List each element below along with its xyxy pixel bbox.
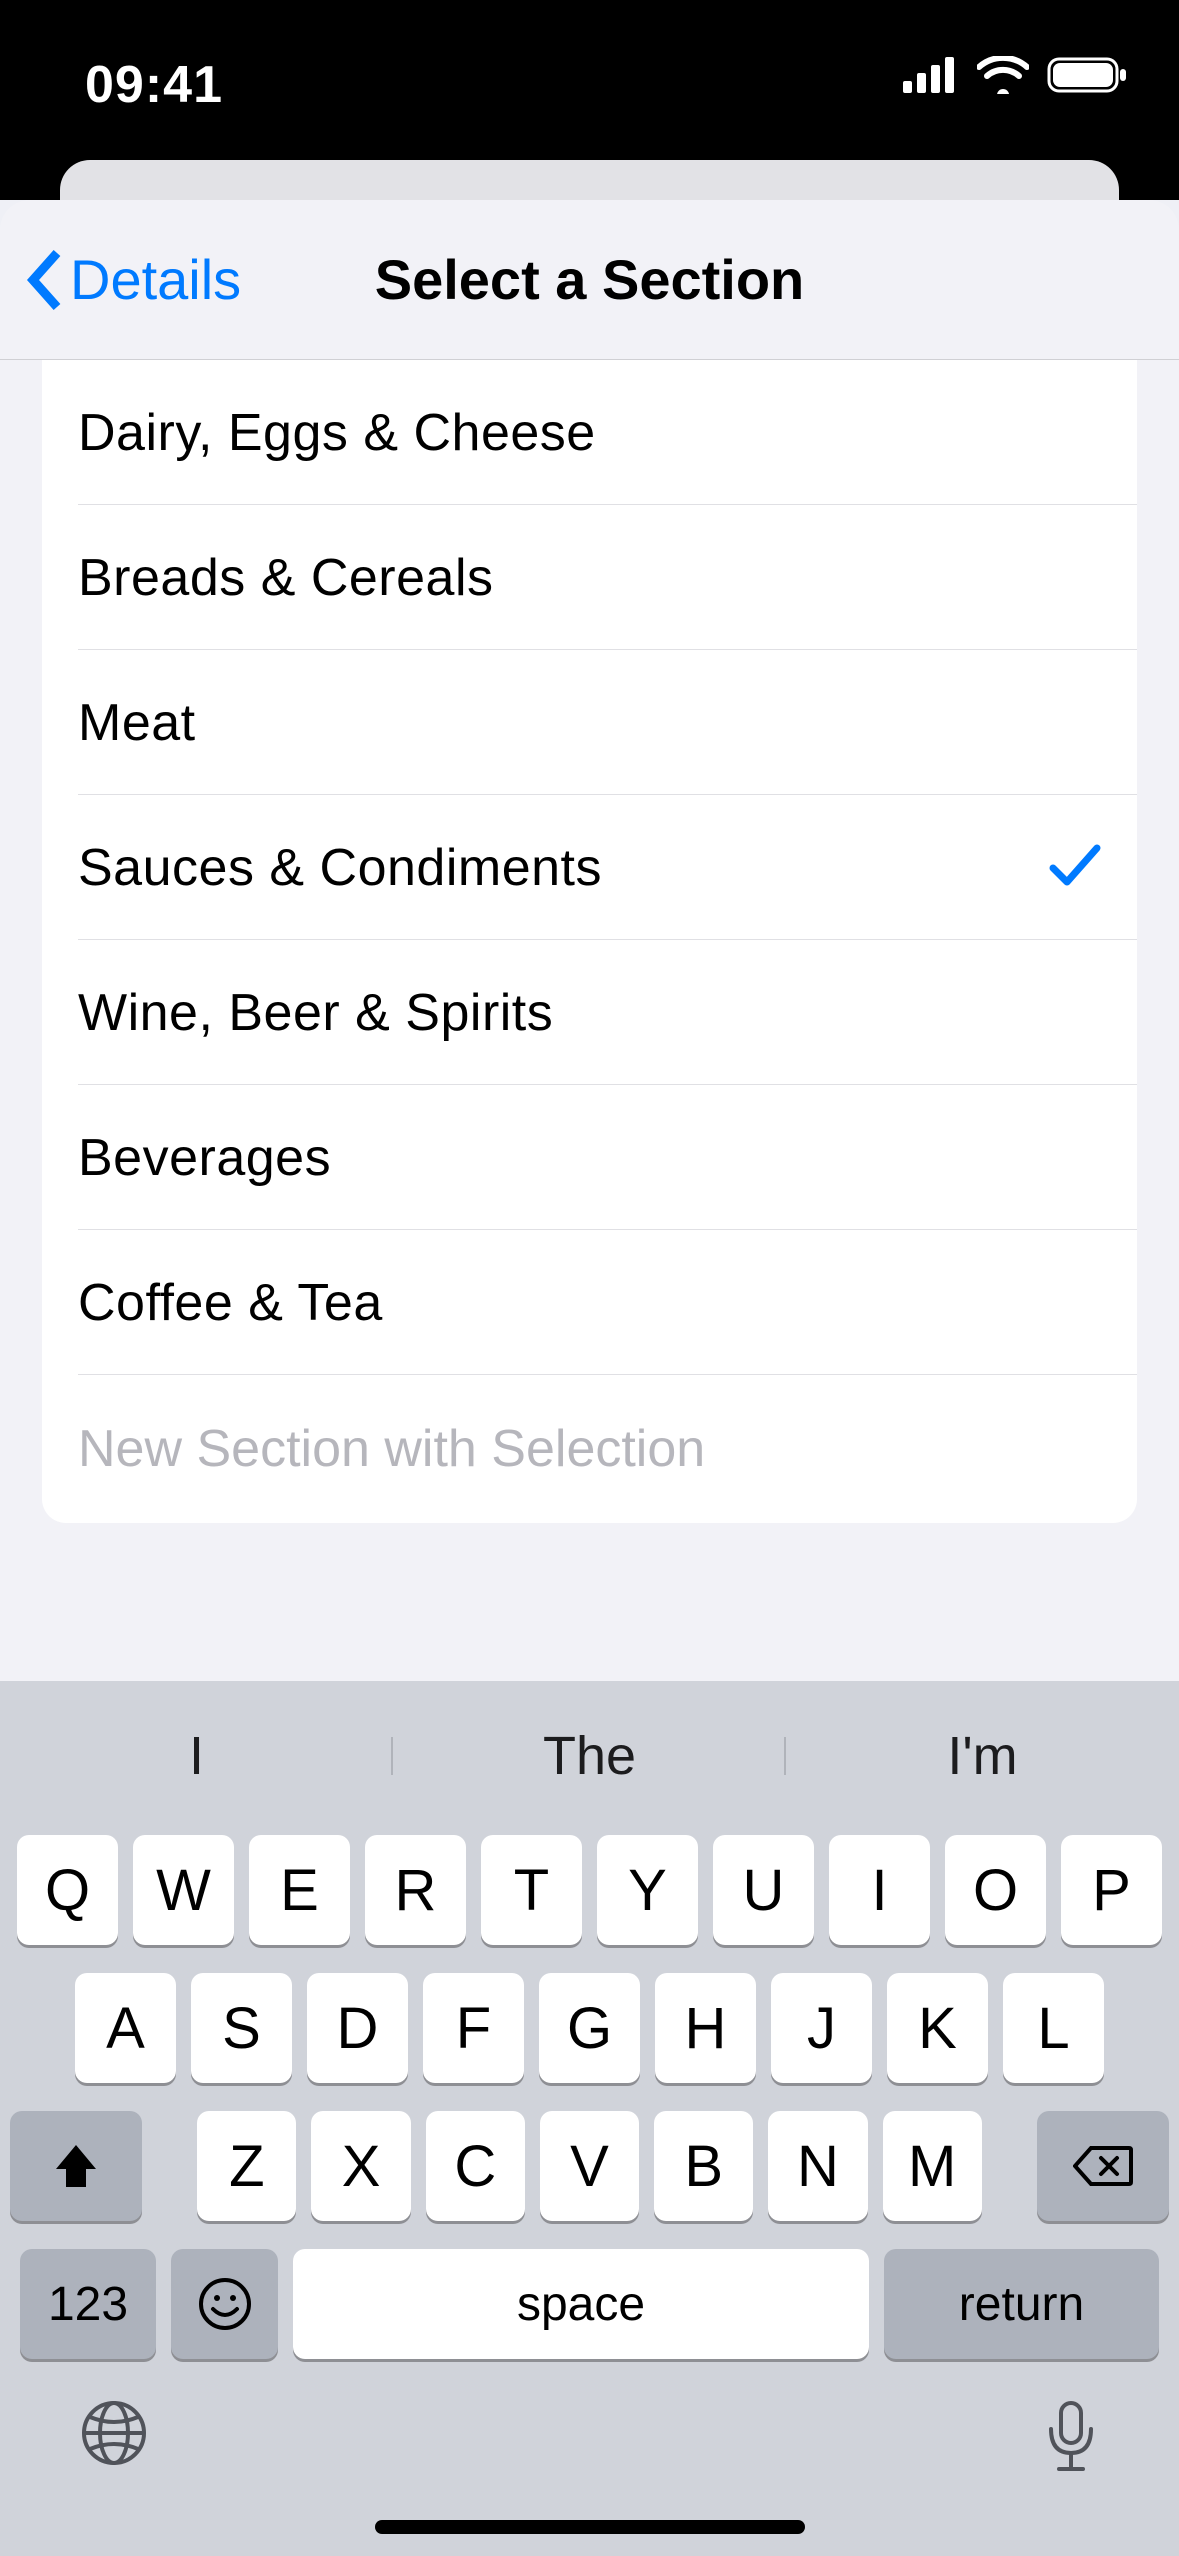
suggestions-bar: I The I'm	[0, 1695, 1179, 1817]
list-item-label: Sauces & Condiments	[78, 838, 602, 898]
backspace-icon	[1073, 2144, 1133, 2188]
list-item[interactable]: Coffee & Tea	[42, 1230, 1137, 1375]
key-q[interactable]: Q	[17, 1835, 118, 1945]
suggestion[interactable]: I'm	[786, 1725, 1179, 1787]
key-j[interactable]: J	[771, 1973, 872, 2083]
key-u[interactable]: U	[713, 1835, 814, 1945]
key-f[interactable]: F	[423, 1973, 524, 2083]
list-item-label: Wine, Beer & Spirits	[78, 983, 553, 1043]
list-item-label: Dairy, Eggs & Cheese	[78, 403, 596, 463]
list-item[interactable]: Wine, Beer & Spirits	[42, 940, 1137, 1085]
back-button-label: Details	[70, 247, 241, 312]
shift-key[interactable]	[10, 2111, 142, 2221]
list-item[interactable]: Meat	[42, 650, 1137, 795]
list-item-label: Breads & Cereals	[78, 548, 494, 608]
key-g[interactable]: G	[539, 1973, 640, 2083]
list-item[interactable]: Dairy, Eggs & Cheese	[42, 360, 1137, 505]
key-i[interactable]: I	[829, 1835, 930, 1945]
navigation-bar: Details Select a Section	[0, 200, 1179, 360]
numbers-key[interactable]: 123	[20, 2249, 156, 2359]
new-section-input[interactable]	[78, 1419, 1101, 1479]
list-item-label: Meat	[78, 693, 196, 753]
key-r[interactable]: R	[365, 1835, 466, 1945]
home-indicator[interactable]	[375, 2520, 805, 2534]
emoji-key[interactable]	[171, 2249, 278, 2359]
cellular-signal-icon	[903, 57, 959, 98]
status-time: 09:41	[85, 55, 223, 115]
checkmark-icon	[1049, 842, 1101, 893]
key-t[interactable]: T	[481, 1835, 582, 1945]
battery-icon	[1047, 55, 1129, 100]
emoji-icon	[198, 2277, 252, 2331]
wifi-icon	[977, 56, 1029, 99]
delete-key[interactable]	[1037, 2111, 1169, 2221]
list-item[interactable]: Beverages	[42, 1085, 1137, 1230]
key-v[interactable]: V	[540, 2111, 639, 2221]
key-l[interactable]: L	[1003, 1973, 1104, 2083]
list-item[interactable]: Breads & Cereals	[42, 505, 1137, 650]
key-h[interactable]: H	[655, 1973, 756, 2083]
key-z[interactable]: Z	[197, 2111, 296, 2221]
key-o[interactable]: O	[945, 1835, 1046, 1945]
key-x[interactable]: X	[311, 2111, 410, 2221]
key-p[interactable]: P	[1061, 1835, 1162, 1945]
key-c[interactable]: C	[426, 2111, 525, 2221]
key-d[interactable]: D	[307, 1973, 408, 2083]
section-list: Dairy, Eggs & Cheese Breads & Cereals Me…	[42, 360, 1137, 1523]
key-b[interactable]: B	[654, 2111, 753, 2221]
globe-icon[interactable]	[80, 2399, 148, 2472]
key-n[interactable]: N	[768, 2111, 867, 2221]
key-w[interactable]: W	[133, 1835, 234, 1945]
status-indicators	[903, 55, 1129, 100]
key-e[interactable]: E	[249, 1835, 350, 1945]
suggestion[interactable]: The	[393, 1725, 786, 1787]
background-card-peek	[60, 160, 1119, 200]
key-y[interactable]: Y	[597, 1835, 698, 1945]
list-item[interactable]: Sauces & Condiments	[42, 795, 1137, 940]
key-m[interactable]: M	[883, 2111, 982, 2221]
return-key[interactable]: return	[884, 2249, 1159, 2359]
keyboard: I The I'm Q W E R T Y U I O P A S D F G …	[0, 1681, 1179, 2556]
key-k[interactable]: K	[887, 1973, 988, 2083]
key-a[interactable]: A	[75, 1973, 176, 2083]
dictate-icon[interactable]	[1043, 2399, 1099, 2480]
list-item-label: Coffee & Tea	[78, 1273, 383, 1333]
suggestion[interactable]: I	[0, 1725, 393, 1787]
back-button[interactable]: Details	[0, 247, 241, 312]
key-s[interactable]: S	[191, 1973, 292, 2083]
list-item-label: Beverages	[78, 1128, 331, 1188]
shift-icon	[52, 2143, 100, 2189]
space-key[interactable]: space	[293, 2249, 869, 2359]
new-section-row[interactable]	[42, 1375, 1137, 1523]
modal-sheet: Details Select a Section Dairy, Eggs & C…	[0, 200, 1179, 1760]
chevron-left-icon	[24, 250, 66, 310]
